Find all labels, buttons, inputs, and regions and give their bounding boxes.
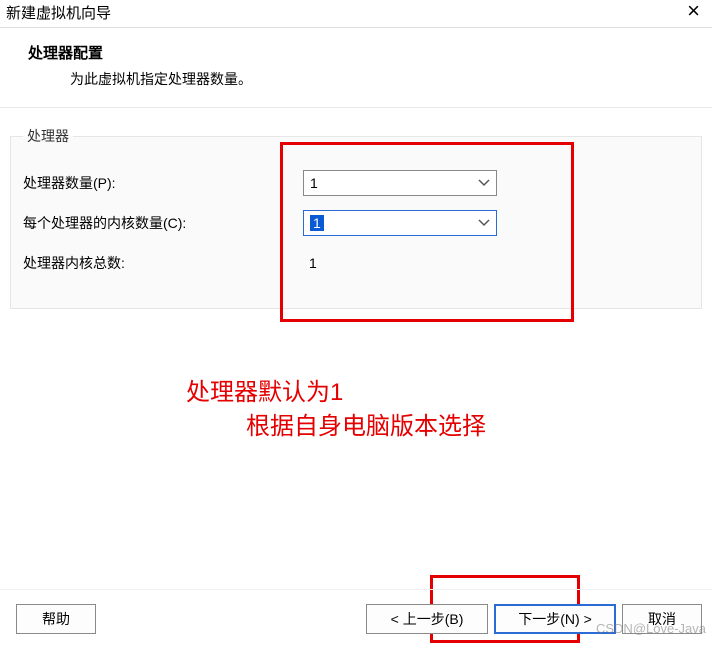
wizard-header: 处理器配置 为此虚拟机指定处理器数量。 (0, 28, 712, 108)
header-title: 处理器配置 (28, 42, 684, 63)
annotation-line2: 根据自身电脑版本选择 (186, 410, 486, 444)
annotation-line1: 处理器默认为1 (186, 376, 486, 410)
select-processor-count[interactable]: 1 (303, 170, 497, 196)
select-processor-count-value: 1 (310, 175, 318, 191)
processors-group: 处理器 处理器数量(P): 1 每个处理器的内核数量(C): 1 处理器内核总数… (10, 126, 702, 309)
window-title: 新建虚拟机向导 (6, 2, 111, 23)
footer: 帮助 < 上一步(B) 下一步(N) > 取消 (0, 589, 712, 652)
row-cores-per-processor: 每个处理器的内核数量(C): 1 (23, 206, 689, 240)
chevron-down-icon (478, 219, 490, 227)
group-legend: 处理器 (23, 126, 73, 146)
row-processor-count: 处理器数量(P): 1 (23, 166, 689, 200)
select-cores-per-processor-value: 1 (310, 215, 324, 231)
title-bar: 新建虚拟机向导 × (0, 0, 712, 28)
value-total-cores: 1 (303, 255, 317, 271)
back-button[interactable]: < 上一步(B) (366, 604, 488, 634)
close-icon[interactable]: × (683, 2, 704, 20)
cancel-button[interactable]: 取消 (622, 604, 702, 634)
row-total-cores: 处理器内核总数: 1 (23, 246, 689, 280)
chevron-down-icon (478, 179, 490, 187)
select-cores-per-processor[interactable]: 1 (303, 210, 497, 236)
label-total-cores: 处理器内核总数: (23, 253, 303, 273)
label-cores-per-processor: 每个处理器的内核数量(C): (23, 213, 303, 233)
help-button[interactable]: 帮助 (16, 604, 96, 634)
next-button[interactable]: 下一步(N) > (494, 604, 616, 634)
label-processor-count: 处理器数量(P): (23, 173, 303, 193)
annotation-text: 处理器默认为1 根据自身电脑版本选择 (186, 376, 486, 444)
header-description: 为此虚拟机指定处理器数量。 (70, 69, 684, 89)
